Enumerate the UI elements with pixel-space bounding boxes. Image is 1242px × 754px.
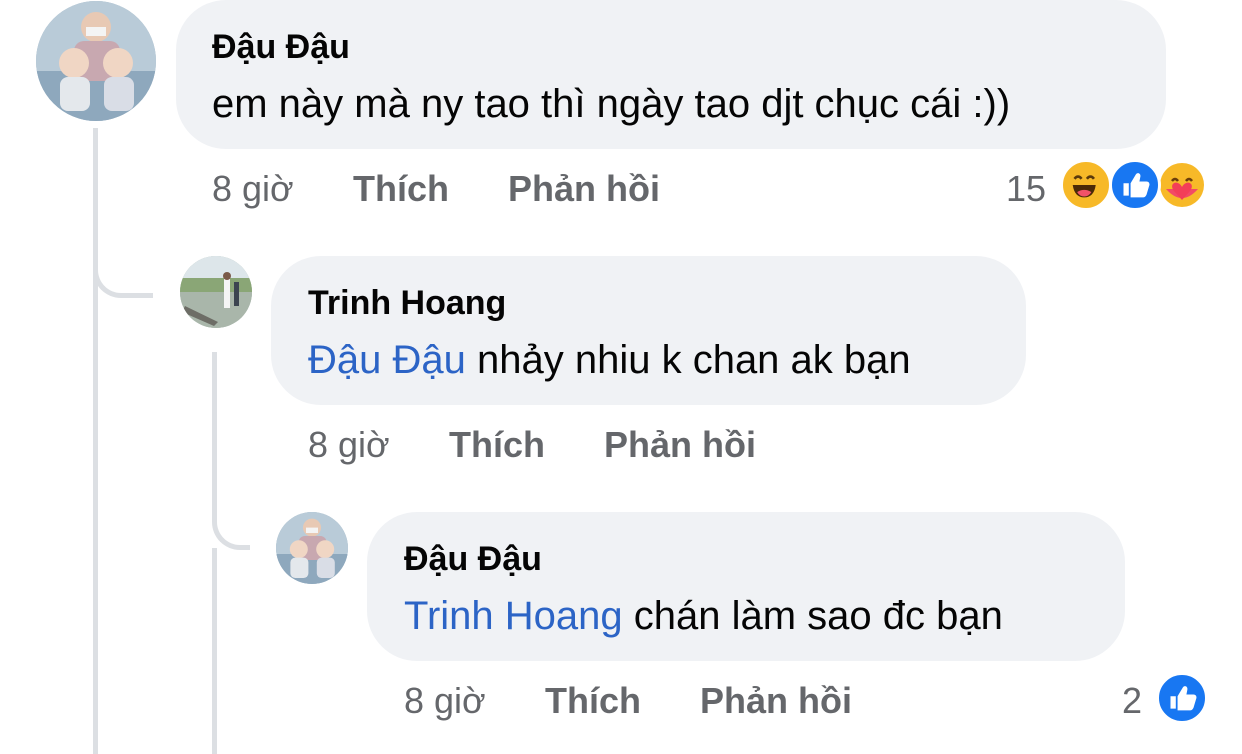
comment-text: Trinh Hoang chán làm sao đc bạn xyxy=(404,594,1003,639)
thread-line xyxy=(93,298,98,754)
reply-thread-line xyxy=(212,352,217,502)
reaction-count[interactable]: 15 xyxy=(1006,168,1046,210)
avatar[interactable] xyxy=(180,256,252,328)
mention-link[interactable]: Đậu Đậu xyxy=(308,338,466,382)
avatar[interactable] xyxy=(36,1,156,121)
comment-text-body: chán làm sao đc bạn xyxy=(622,594,1003,638)
avatar[interactable] xyxy=(276,512,348,584)
comment-text: em này mà ny tao thì ngày tao djt chục c… xyxy=(212,82,1010,127)
like-button[interactable]: Thích xyxy=(353,168,449,210)
comment-text-body: em này mà ny tao thì ngày tao djt chục c… xyxy=(212,82,1011,126)
avatar-photo xyxy=(276,512,348,584)
avatar-photo xyxy=(36,1,156,121)
comment-text-body: nhảy nhiu k chan ak bạn xyxy=(465,338,911,382)
comment-author[interactable]: Đậu Đậu xyxy=(404,540,542,579)
like-button[interactable]: Thích xyxy=(545,680,641,722)
reaction-count[interactable]: 2 xyxy=(1122,680,1142,722)
reply-button[interactable]: Phản hồi xyxy=(508,168,660,210)
like-icon[interactable] xyxy=(1109,159,1161,211)
comment-author[interactable]: Đậu Đậu xyxy=(212,28,350,67)
reply-button[interactable]: Phản hồi xyxy=(700,680,852,722)
like-button[interactable]: Thích xyxy=(449,424,545,466)
comment-time[interactable]: 8 giờ xyxy=(308,424,390,466)
reply-button[interactable]: Phản hồi xyxy=(604,424,756,466)
avatar-photo xyxy=(180,256,252,328)
reply-thread-connector-curve xyxy=(212,500,250,550)
comment-author[interactable]: Trinh Hoang xyxy=(308,284,506,323)
mention-link[interactable]: Trinh Hoang xyxy=(404,594,623,638)
like-icon[interactable] xyxy=(1156,672,1208,724)
comment-text: Đậu Đậu nhảy nhiu k chan ak bạn xyxy=(308,338,911,383)
reply-thread-line xyxy=(212,548,217,754)
thread-connector-curve xyxy=(93,250,153,298)
haha-icon[interactable] xyxy=(1060,159,1112,211)
comment-time[interactable]: 8 giờ xyxy=(404,680,486,722)
comment-time[interactable]: 8 giờ xyxy=(212,168,294,210)
care-icon[interactable] xyxy=(1156,159,1208,211)
